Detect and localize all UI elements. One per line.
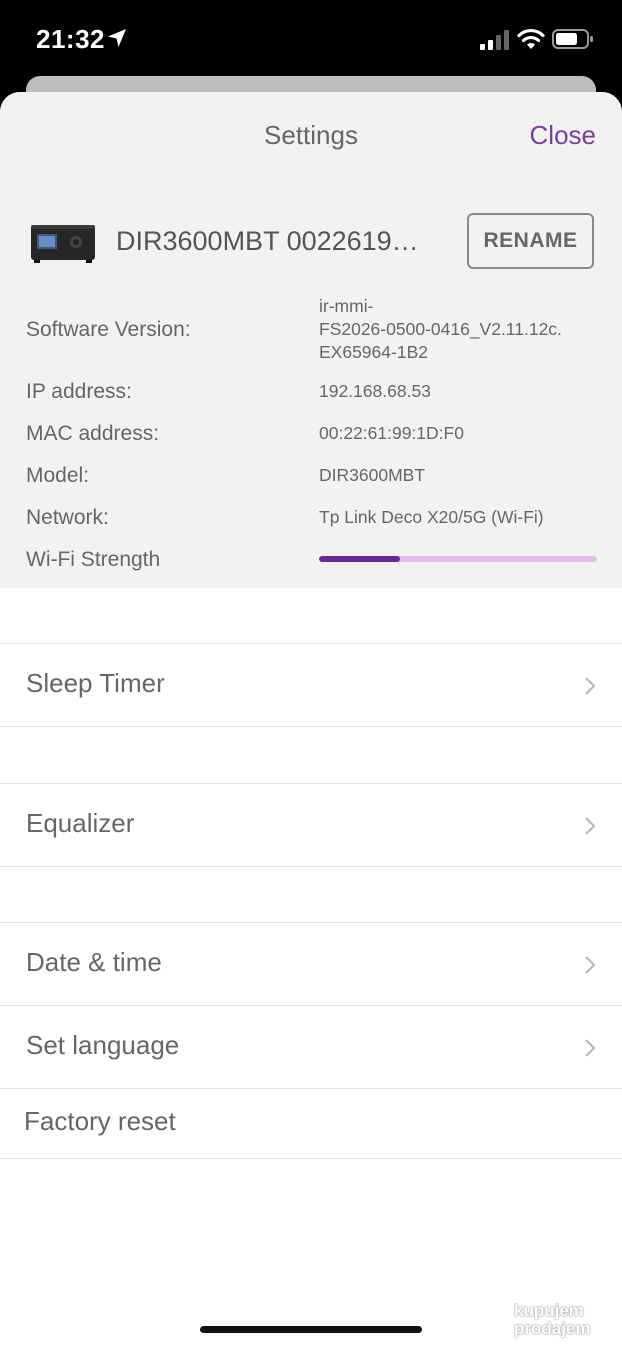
equalizer-row[interactable]: Equalizer bbox=[0, 784, 622, 866]
status-bar: 21:32 bbox=[0, 0, 622, 80]
mac-address-value: 00:22:61:99:1D:F0 bbox=[319, 423, 464, 443]
close-button[interactable]: Close bbox=[530, 120, 596, 151]
sleep-timer-label: Sleep Timer bbox=[26, 668, 165, 698]
chevron-right-icon bbox=[585, 677, 596, 695]
factory-reset-row[interactable]: Factory reset bbox=[0, 1089, 622, 1157]
settings-sheet: Settings Close DIR3600MBT 0022619… RENAM… bbox=[0, 92, 622, 1346]
software-version-label: Software Version: bbox=[26, 318, 191, 341]
watermark: kupujem prodajem bbox=[514, 1302, 614, 1338]
software-version-line: FS2026-0500-0416_V2.11.12c. bbox=[319, 319, 562, 339]
equalizer-label: Equalizer bbox=[26, 808, 135, 838]
wifi-icon bbox=[517, 28, 545, 49]
date-time-label: Date & time bbox=[26, 947, 162, 977]
chevron-right-icon bbox=[585, 956, 596, 974]
rename-button[interactable]: RENAME bbox=[467, 213, 594, 269]
status-time: 21:32 bbox=[36, 24, 105, 54]
model-value: DIR3600MBT bbox=[319, 465, 426, 485]
network-value: Tp Link Deco X20/5G (Wi-Fi) bbox=[319, 507, 544, 527]
wifi-strength-fill bbox=[319, 556, 400, 562]
wifi-strength-bar bbox=[319, 556, 597, 562]
software-version-line: EX65964-1B2 bbox=[319, 342, 428, 362]
battery-icon bbox=[552, 29, 593, 49]
software-version-line: ir-mmi- bbox=[319, 296, 374, 316]
location-arrow-icon bbox=[108, 29, 126, 47]
cellular-signal-icon bbox=[480, 30, 509, 50]
factory-reset-label: Factory reset bbox=[24, 1106, 176, 1136]
watermark-line: prodajem bbox=[514, 1319, 591, 1338]
chevron-right-icon bbox=[585, 817, 596, 835]
software-version-value: ir-mmi- FS2026-0500-0416_V2.11.12c. EX65… bbox=[319, 295, 562, 364]
divider bbox=[0, 726, 622, 727]
ip-address-value: 192.168.68.53 bbox=[319, 381, 431, 401]
date-time-row[interactable]: Date & time bbox=[0, 923, 622, 1005]
wifi-strength-label: Wi-Fi Strength bbox=[26, 548, 161, 571]
mac-address-label: MAC address: bbox=[26, 422, 160, 445]
home-indicator bbox=[200, 1326, 422, 1333]
set-language-row[interactable]: Set language bbox=[0, 1006, 622, 1088]
chevron-right-icon bbox=[585, 1039, 596, 1057]
divider bbox=[0, 1158, 622, 1159]
model-label: Model: bbox=[26, 464, 90, 487]
network-label: Network: bbox=[26, 506, 109, 529]
ip-address-label: IP address: bbox=[26, 380, 132, 403]
sleep-timer-row[interactable]: Sleep Timer bbox=[0, 644, 622, 726]
radio-device-icon bbox=[31, 225, 95, 263]
device-name: DIR3600MBT 0022619… bbox=[116, 226, 419, 256]
set-language-label: Set language bbox=[26, 1030, 180, 1060]
watermark-line: kupujem bbox=[514, 1301, 584, 1320]
divider bbox=[0, 866, 622, 867]
